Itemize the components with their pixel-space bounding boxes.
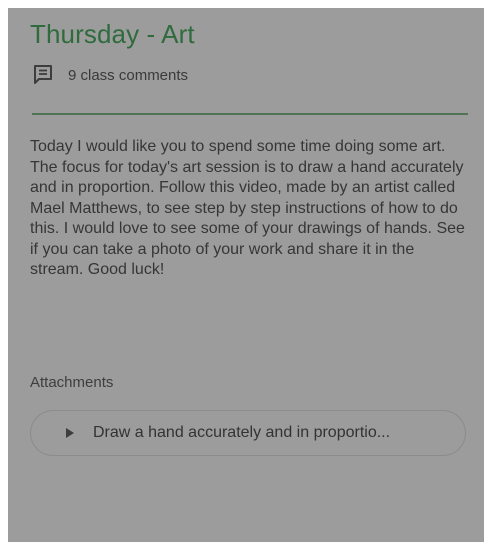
- class-comments-link[interactable]: 9 class comments: [32, 64, 188, 86]
- title-divider: [32, 113, 468, 115]
- play-icon: [66, 428, 74, 438]
- attachment-video-chip[interactable]: Draw a hand accurately and in proportio.…: [30, 410, 466, 456]
- assignment-panel: Thursday - Art 9 class comments Today I …: [8, 8, 484, 542]
- attachments-heading: Attachments: [30, 374, 114, 391]
- screenshot-frame: Thursday - Art 9 class comments Today I …: [0, 0, 491, 550]
- attachment-title: Draw a hand accurately and in proportio.…: [93, 424, 391, 441]
- assignment-description: Today I would like you to spend some tim…: [30, 138, 465, 278]
- class-comments-label: 9 class comments: [68, 66, 189, 84]
- assignment-title: Thursday - Art: [30, 19, 195, 49]
- comment-icon: [32, 64, 54, 86]
